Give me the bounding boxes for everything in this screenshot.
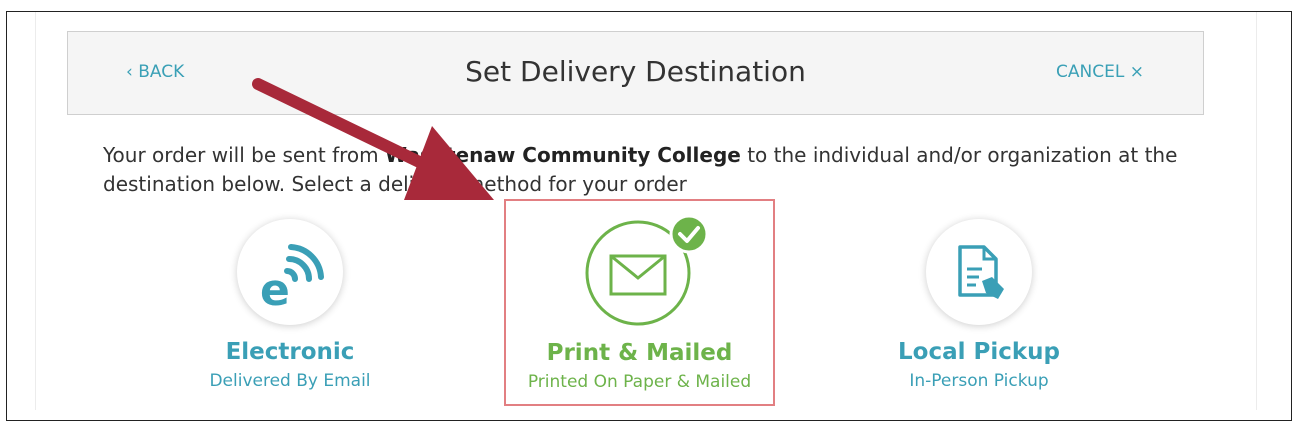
annotation-arrow-icon <box>252 78 494 200</box>
